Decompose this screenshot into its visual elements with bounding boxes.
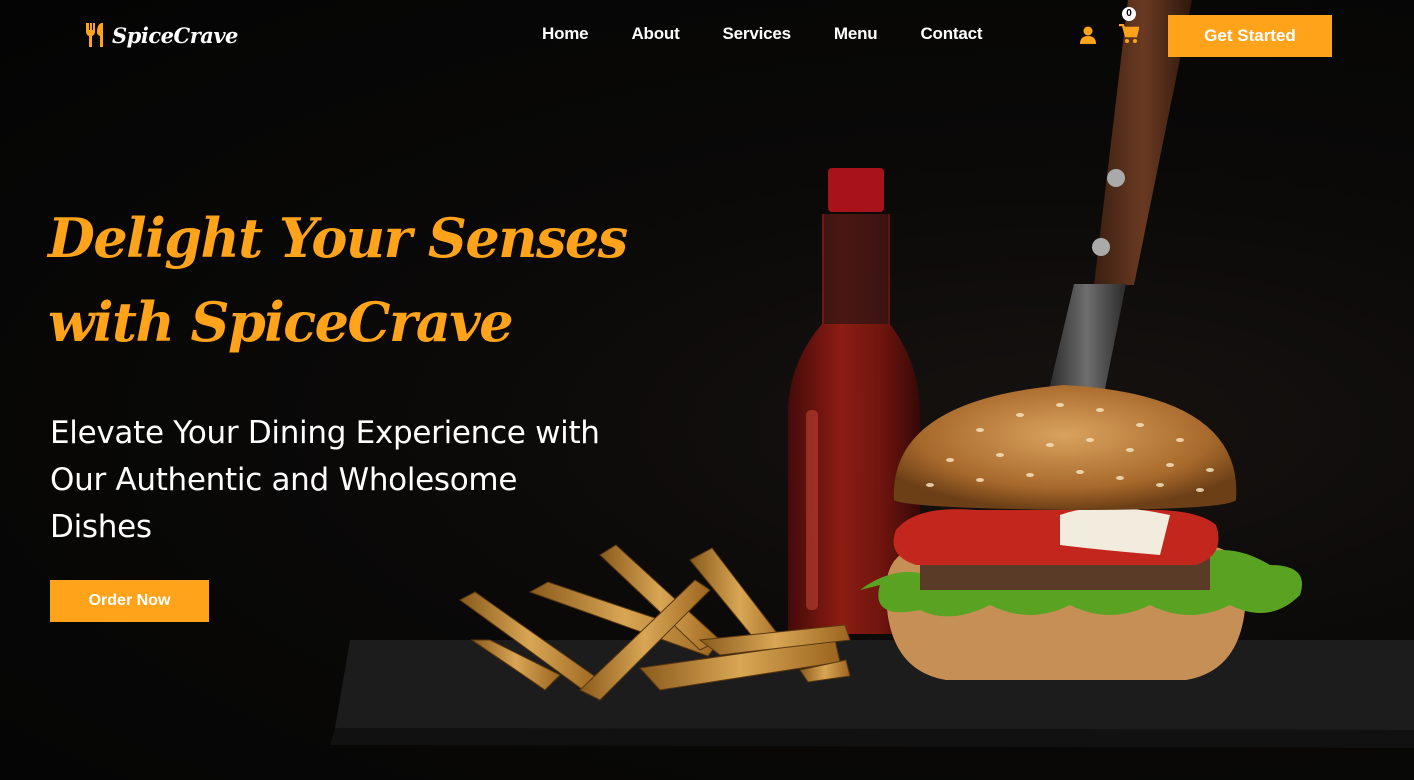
get-started-button[interactable]: Get Started	[1168, 15, 1332, 57]
brand-name: SpiceCrave	[112, 22, 238, 48]
nav-contact[interactable]: Contact	[920, 24, 982, 44]
hero-subtitle-line3: Dishes	[50, 509, 152, 545]
hero-title: Delight Your Senses with SpiceCrave	[48, 196, 648, 364]
hero-title-line2: with SpiceCrave	[48, 290, 514, 354]
cart-count-badge: 0	[1122, 7, 1136, 21]
hero-title-line1: Delight Your Senses	[48, 206, 628, 270]
main-nav: Home About Services Menu Contact	[542, 24, 1025, 44]
nav-services[interactable]: Services	[723, 24, 792, 44]
hero-subtitle: Elevate Your Dining Experience with Our …	[50, 410, 650, 551]
nav-menu[interactable]: Menu	[834, 24, 878, 44]
brand-logo[interactable]: SpiceCrave	[84, 18, 238, 52]
fork-spoon-icon	[86, 23, 103, 47]
nav-about[interactable]: About	[631, 24, 679, 44]
hero-food-image	[330, 0, 1414, 748]
landing-page: SpiceCrave Home About Services Menu Cont…	[0, 0, 1414, 780]
cart-icon[interactable]	[1119, 24, 1139, 44]
hero-subtitle-line2: Our Authentic and Wholesome	[50, 462, 518, 498]
hero-subtitle-line1: Elevate Your Dining Experience with	[50, 415, 600, 451]
user-icon[interactable]	[1080, 26, 1096, 44]
nav-home[interactable]: Home	[542, 24, 589, 44]
site-header: SpiceCrave Home About Services Menu Cont…	[0, 0, 1414, 72]
order-now-button[interactable]: Order Now	[50, 580, 209, 622]
